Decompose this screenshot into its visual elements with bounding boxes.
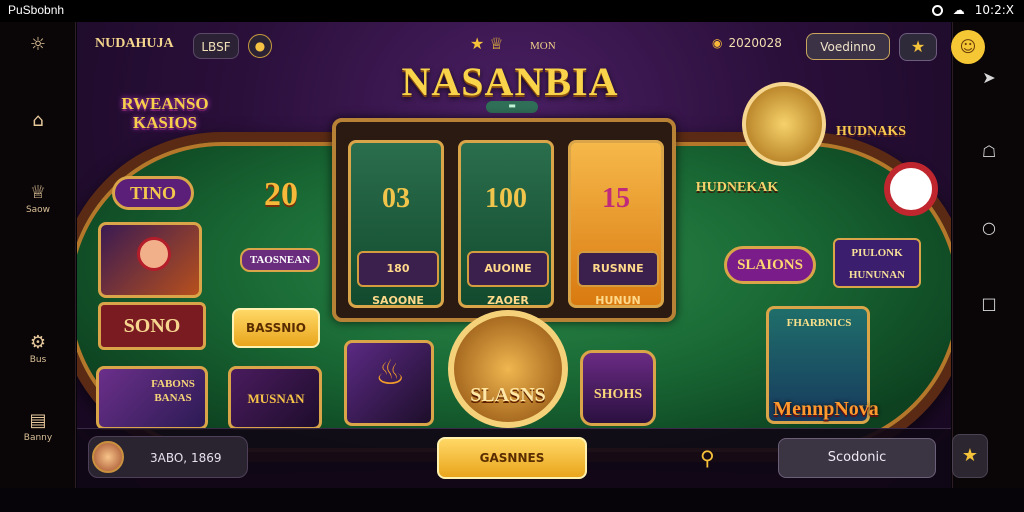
avatar[interactable] (92, 441, 124, 473)
left-sidebar: ☼ ⌂ ♕ Saow ⚙ Bus ▤ Banny (0, 22, 76, 488)
wheel-tile[interactable] (98, 222, 202, 298)
right-system-nav: ➤ ☖ ○ □ (952, 22, 1024, 488)
square-recent-icon[interactable]: □ (975, 294, 1003, 313)
jackpot-label: SLASNS (470, 384, 546, 406)
reel[interactable]: 100 AUOINE ZAOER (458, 140, 554, 308)
character-coin[interactable] (742, 82, 826, 166)
bonus-value: 20 (264, 176, 298, 213)
slaions-badge[interactable]: SLAIONS (724, 246, 816, 284)
sidebar-item-label: Bus (29, 355, 47, 365)
coin-icon[interactable]: ● (248, 34, 272, 58)
character-avatar (137, 237, 171, 271)
star-icon: ★ (961, 445, 979, 466)
favorites-button[interactable]: ★ (899, 33, 937, 61)
profile-emoji-icon[interactable]: ☺ (951, 30, 985, 64)
user-stats: 3ABO, 1869 (150, 451, 222, 465)
reel-label: AUOINE ZAOER (467, 251, 549, 307)
game-tile[interactable]: MUSNAN (228, 366, 322, 430)
sidebar-item-label: Saow (25, 205, 51, 215)
gear-icon: ⚙ (29, 332, 47, 353)
reel-value: 03 (382, 183, 410, 214)
status-right: ☁ 10:2:X (931, 3, 1014, 17)
header-button[interactable]: Voedinno (806, 33, 890, 60)
status-time: 10:2:X (974, 3, 1014, 17)
game-title: NASANBIA (401, 59, 619, 104)
reel[interactable]: 03 180 SAOONE (348, 140, 444, 308)
reel-value: 15 (602, 183, 630, 214)
sidebar-item-trophy[interactable]: ♕ Saow (0, 182, 76, 215)
balance-value: 2020028 (728, 36, 782, 50)
star-button[interactable]: ★ (952, 434, 988, 478)
sono-banner[interactable]: SONO (98, 302, 206, 350)
circle-home-icon[interactable]: ○ (975, 218, 1003, 237)
search-icon[interactable]: ⚲ (700, 446, 715, 470)
jackpot-card-label: FHARBNICS (786, 317, 852, 329)
casino-chip-icon (884, 162, 938, 216)
title-ribbon: ▬ (486, 101, 538, 113)
mennpnova-logo[interactable]: MennpNova (746, 398, 906, 421)
share-icon[interactable]: ➤ (975, 68, 1003, 87)
crown-icon: ★ ♕ (470, 34, 504, 53)
piulonk-panel[interactable]: PIULONK HUNUNAN (833, 238, 921, 288)
game-tile-treasure[interactable]: ♨ (344, 340, 434, 426)
sidebar-item-home[interactable]: ⌂ (0, 110, 76, 131)
brand-name: NUDAHUJA (95, 36, 174, 51)
chat-icon: ▤ (29, 410, 47, 431)
trophy-icon: ♕ (29, 182, 47, 203)
status-app-name: PuSbobnh (8, 3, 65, 17)
sidebar-item-compass[interactable]: ☼ (0, 34, 76, 55)
game-tile-label: MUSNAN (247, 391, 305, 406)
bell-icon[interactable]: ☖ (975, 142, 1003, 161)
hudnekak-logo[interactable]: HUDNEKAK (690, 180, 784, 196)
crown-label: MON (530, 40, 556, 52)
game-tile[interactable]: FABONS BANAS (96, 366, 208, 430)
reel-label: RUSNNE HUNUN (577, 251, 659, 307)
status-bar: PuSbobnh ☁ 10:2:X (0, 0, 1024, 22)
star-icon: ★ (910, 37, 926, 56)
home-icon: ⌂ (32, 110, 44, 131)
tino-badge[interactable]: TINO (112, 176, 194, 210)
compass-icon: ☼ (29, 34, 47, 55)
hudnaks-logo[interactable]: HUDNAKS (822, 124, 920, 140)
shohs-label: SHOHS (593, 387, 643, 402)
primary-button[interactable]: GASNNES (437, 437, 587, 479)
coin-icon: ◉ (712, 36, 723, 50)
slasns-jackpot[interactable]: SLASNS (448, 310, 568, 428)
balance-display: ◉ 2020028 (712, 36, 782, 50)
promo-logo[interactable]: RWEANSO KASIOS (110, 94, 220, 132)
sidebar-item-label: Banny (23, 433, 53, 443)
sidebar-item-chat[interactable]: ▤ Banny (0, 410, 76, 443)
slot-reels: 03 180 SAOONE 100 AUOINE ZAOER 15 RUSNNE… (332, 118, 676, 322)
reel-value: 100 (485, 183, 527, 214)
basic-button[interactable]: BASSNIO (232, 308, 320, 348)
shohs-tile[interactable]: SHOHS (580, 350, 656, 426)
reel-label: 180 SAOONE (357, 251, 439, 307)
alarm-icon (931, 4, 943, 16)
reel[interactable]: 15 RUSNNE HUNUN (568, 140, 664, 308)
palm-icon: ♨ (375, 353, 406, 393)
game-tile-label: FABONS BANAS (151, 378, 195, 404)
sidebar-item-gear[interactable]: ⚙ Bus (0, 332, 76, 365)
wifi-icon: ☁ (952, 3, 965, 17)
secondary-button[interactable]: Scodonic (778, 438, 936, 478)
header-tag[interactable]: LBSF (193, 33, 239, 59)
bonus-label: TAOSNEAN (240, 248, 320, 272)
